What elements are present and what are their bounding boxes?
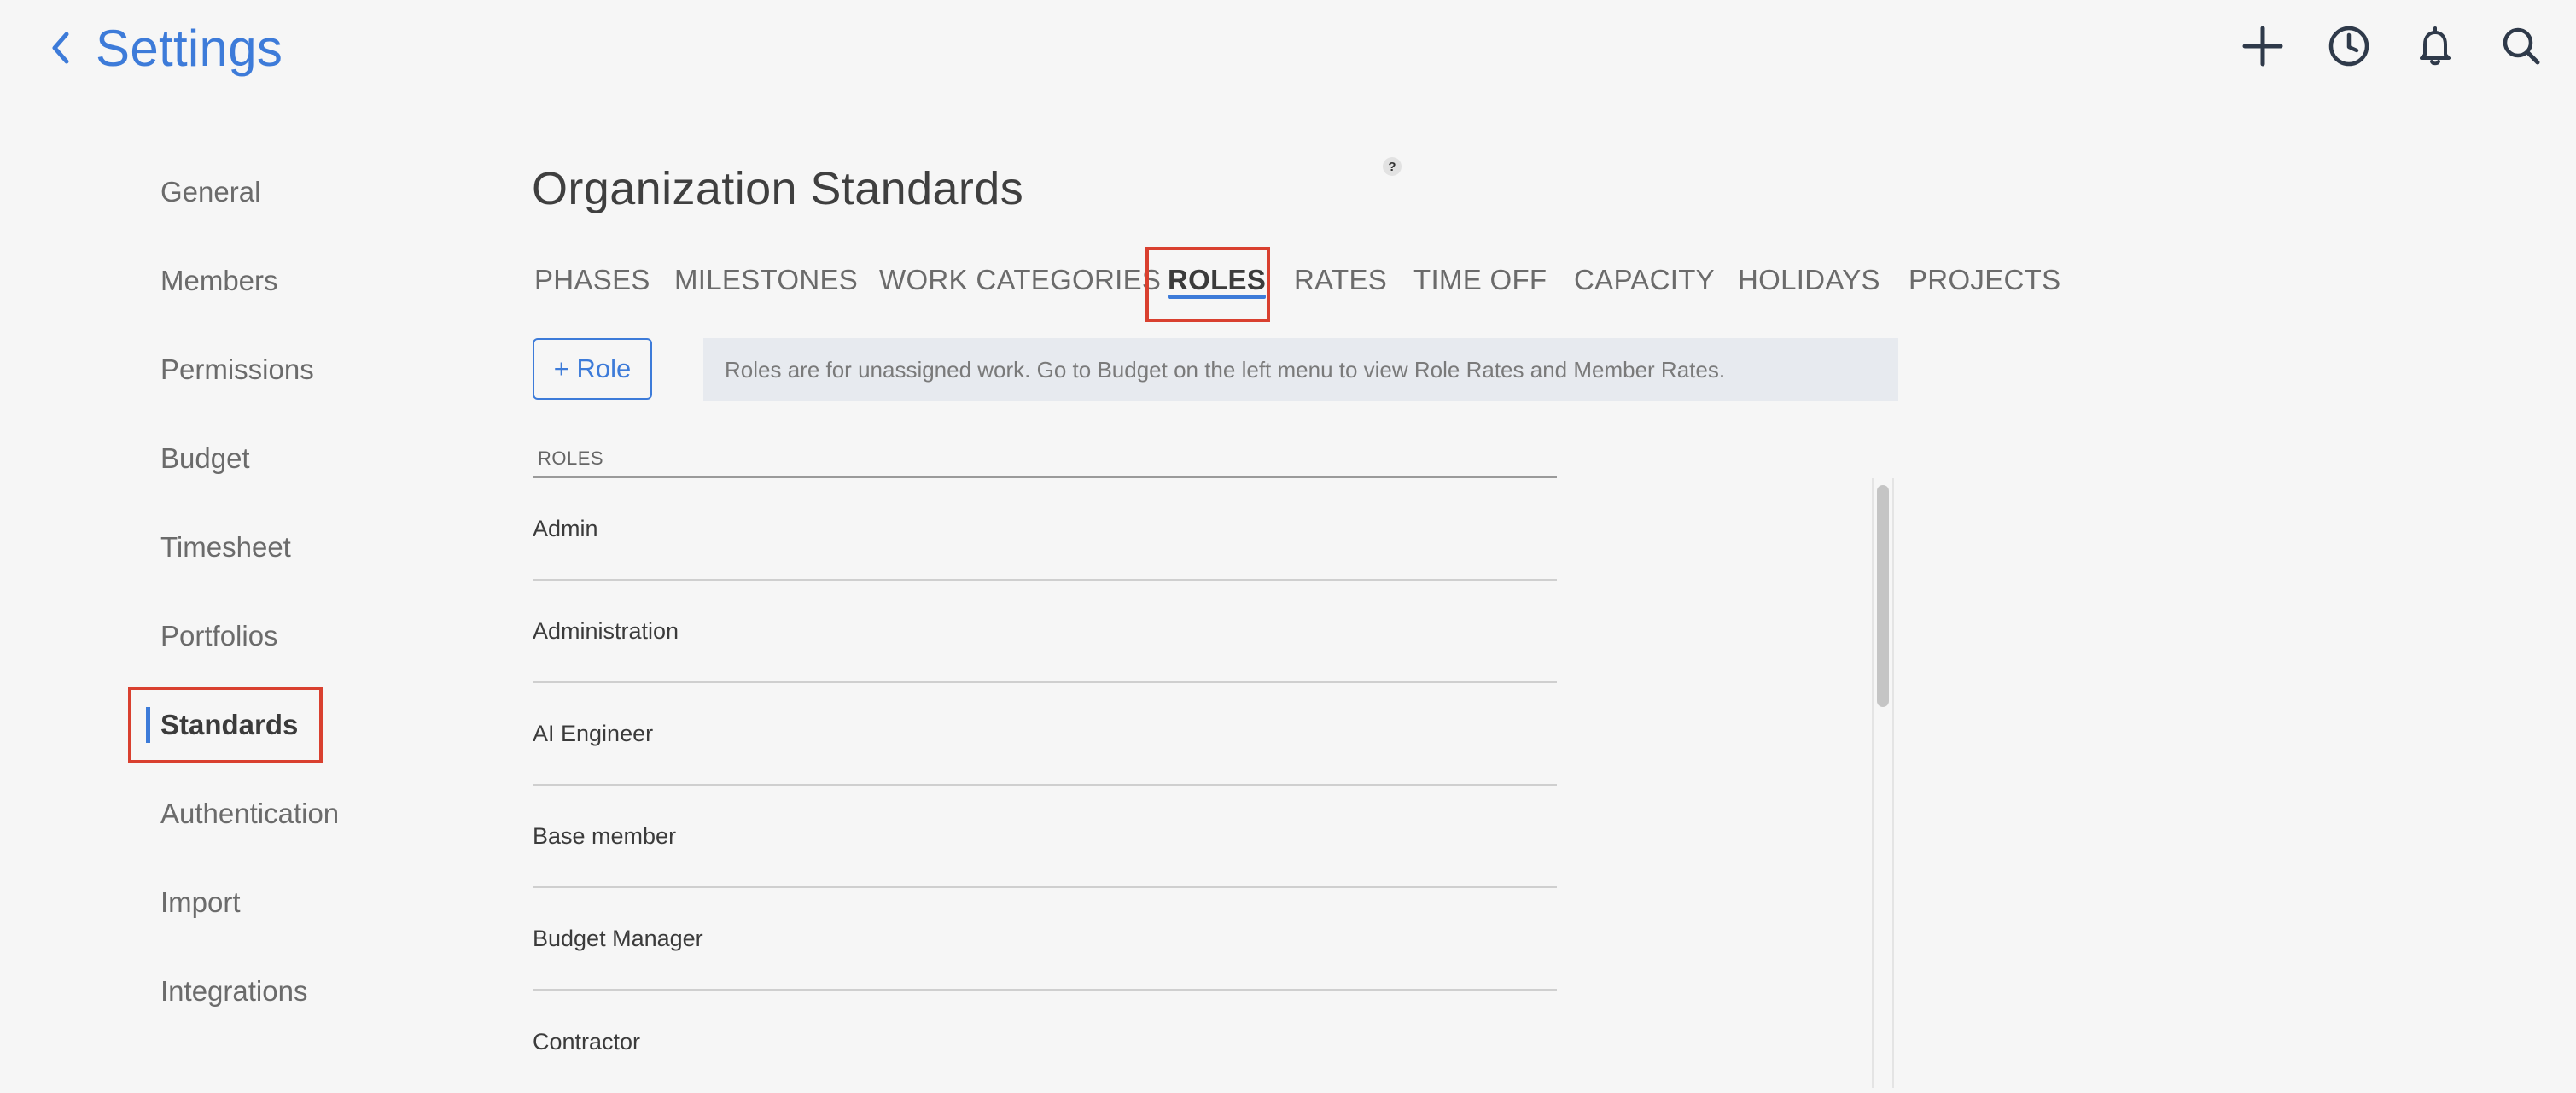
sidebar-item-label: General <box>160 176 261 207</box>
roles-tab-highlight-outline <box>1145 247 1270 322</box>
tab-milestones[interactable]: MILESTONES <box>674 254 858 306</box>
sidebar-item-portfolios[interactable]: Portfolios <box>128 598 469 675</box>
sidebar-item-label: Authentication <box>160 798 340 829</box>
tab-label: CAPACITY <box>1574 264 1715 295</box>
tab-label: WORK CATEGORIES <box>879 264 1162 295</box>
sidebar-item-standards[interactable]: Standards <box>128 687 469 763</box>
role-row[interactable]: Budget Manager <box>533 888 1557 991</box>
sidebar-item-label: Members <box>160 265 278 296</box>
tab-work-categories[interactable]: WORK CATEGORIES <box>879 254 1161 306</box>
sidebar-item-authentication[interactable]: Authentication <box>128 775 469 852</box>
active-indicator <box>146 707 150 743</box>
sidebar-item-label: Import <box>160 886 241 918</box>
plus-icon <box>2242 26 2283 67</box>
tab-label: RATES <box>1294 264 1388 295</box>
add-role-button[interactable]: + Role <box>533 338 652 400</box>
tab-holidays[interactable]: HOLIDAYS <box>1738 254 1880 306</box>
tab-label: HOLIDAYS <box>1738 264 1880 295</box>
tab-label: MILESTONES <box>674 264 859 295</box>
sidebar-item-members[interactable]: Members <box>128 243 469 319</box>
tab-time-off[interactable]: TIME OFF <box>1413 254 1547 306</box>
notifications-button[interactable] <box>2404 15 2466 77</box>
sidebar-item-label: Budget <box>160 442 250 474</box>
tab-label: TIME OFF <box>1413 264 1547 295</box>
sidebar-item-label: Timesheet <box>160 531 291 563</box>
highlight-outline <box>128 687 323 763</box>
role-name: Budget Manager <box>533 925 703 951</box>
tab-label: PHASES <box>534 264 650 295</box>
search-button[interactable] <box>2491 15 2552 77</box>
role-row[interactable]: Administration <box>533 581 1557 683</box>
recent-history-button[interactable] <box>2318 15 2380 77</box>
roles-column-header: ROLES <box>533 447 1557 478</box>
tab-phases[interactable]: PHASES <box>534 254 650 306</box>
roles-info-banner: Roles are for unassigned work. Go to Bud… <box>703 338 1898 401</box>
tab-label: PROJECTS <box>1909 264 2061 295</box>
role-name: Admin <box>533 515 598 541</box>
page-header-title: Settings <box>96 19 283 77</box>
clock-icon <box>2328 26 2369 67</box>
role-row[interactable]: Admin <box>533 478 1557 581</box>
sidebar-item-integrations[interactable]: Integrations <box>128 953 469 1030</box>
sidebar-item-label: Integrations <box>160 975 308 1007</box>
tab-rates[interactable]: RATES <box>1294 254 1387 306</box>
role-name: AI Engineer <box>533 720 654 746</box>
role-name: Contractor <box>533 1028 641 1055</box>
sidebar-item-import[interactable]: Import <box>128 864 469 941</box>
back-to-settings-button[interactable]: Settings <box>48 19 283 77</box>
role-row[interactable]: AI Engineer <box>533 683 1557 786</box>
top-bar: Settings <box>0 0 2576 94</box>
sidebar-item-permissions[interactable]: Permissions <box>128 331 469 408</box>
sidebar-item-general[interactable]: General <box>128 154 469 231</box>
scrollbar-thumb[interactable] <box>1877 485 1889 707</box>
role-name: Administration <box>533 617 679 644</box>
page-title: Organization Standards <box>532 163 1024 214</box>
roles-scrollbar[interactable] <box>1872 478 1894 1088</box>
tab-capacity[interactable]: CAPACITY <box>1574 254 1715 306</box>
help-icon[interactable]: ? <box>1383 157 1402 176</box>
sidebar-item-budget[interactable]: Budget <box>128 420 469 497</box>
roles-info-text: Roles are for unassigned work. Go to Bud… <box>725 356 1726 383</box>
back-chevron-icon <box>52 32 69 64</box>
add-button-icon-wrap[interactable] <box>2232 15 2293 77</box>
role-name: Base member <box>533 822 677 849</box>
bell-icon <box>2420 26 2451 66</box>
role-row[interactable]: Contractor <box>533 991 1557 1093</box>
sidebar-item-label: Permissions <box>160 354 314 385</box>
tab-projects[interactable]: PROJECTS <box>1909 254 2060 306</box>
search-icon <box>2503 27 2540 65</box>
role-row[interactable]: Base member <box>533 786 1557 888</box>
sidebar-item-label: Portfolios <box>160 620 278 652</box>
sidebar-item-timesheet[interactable]: Timesheet <box>128 509 469 586</box>
